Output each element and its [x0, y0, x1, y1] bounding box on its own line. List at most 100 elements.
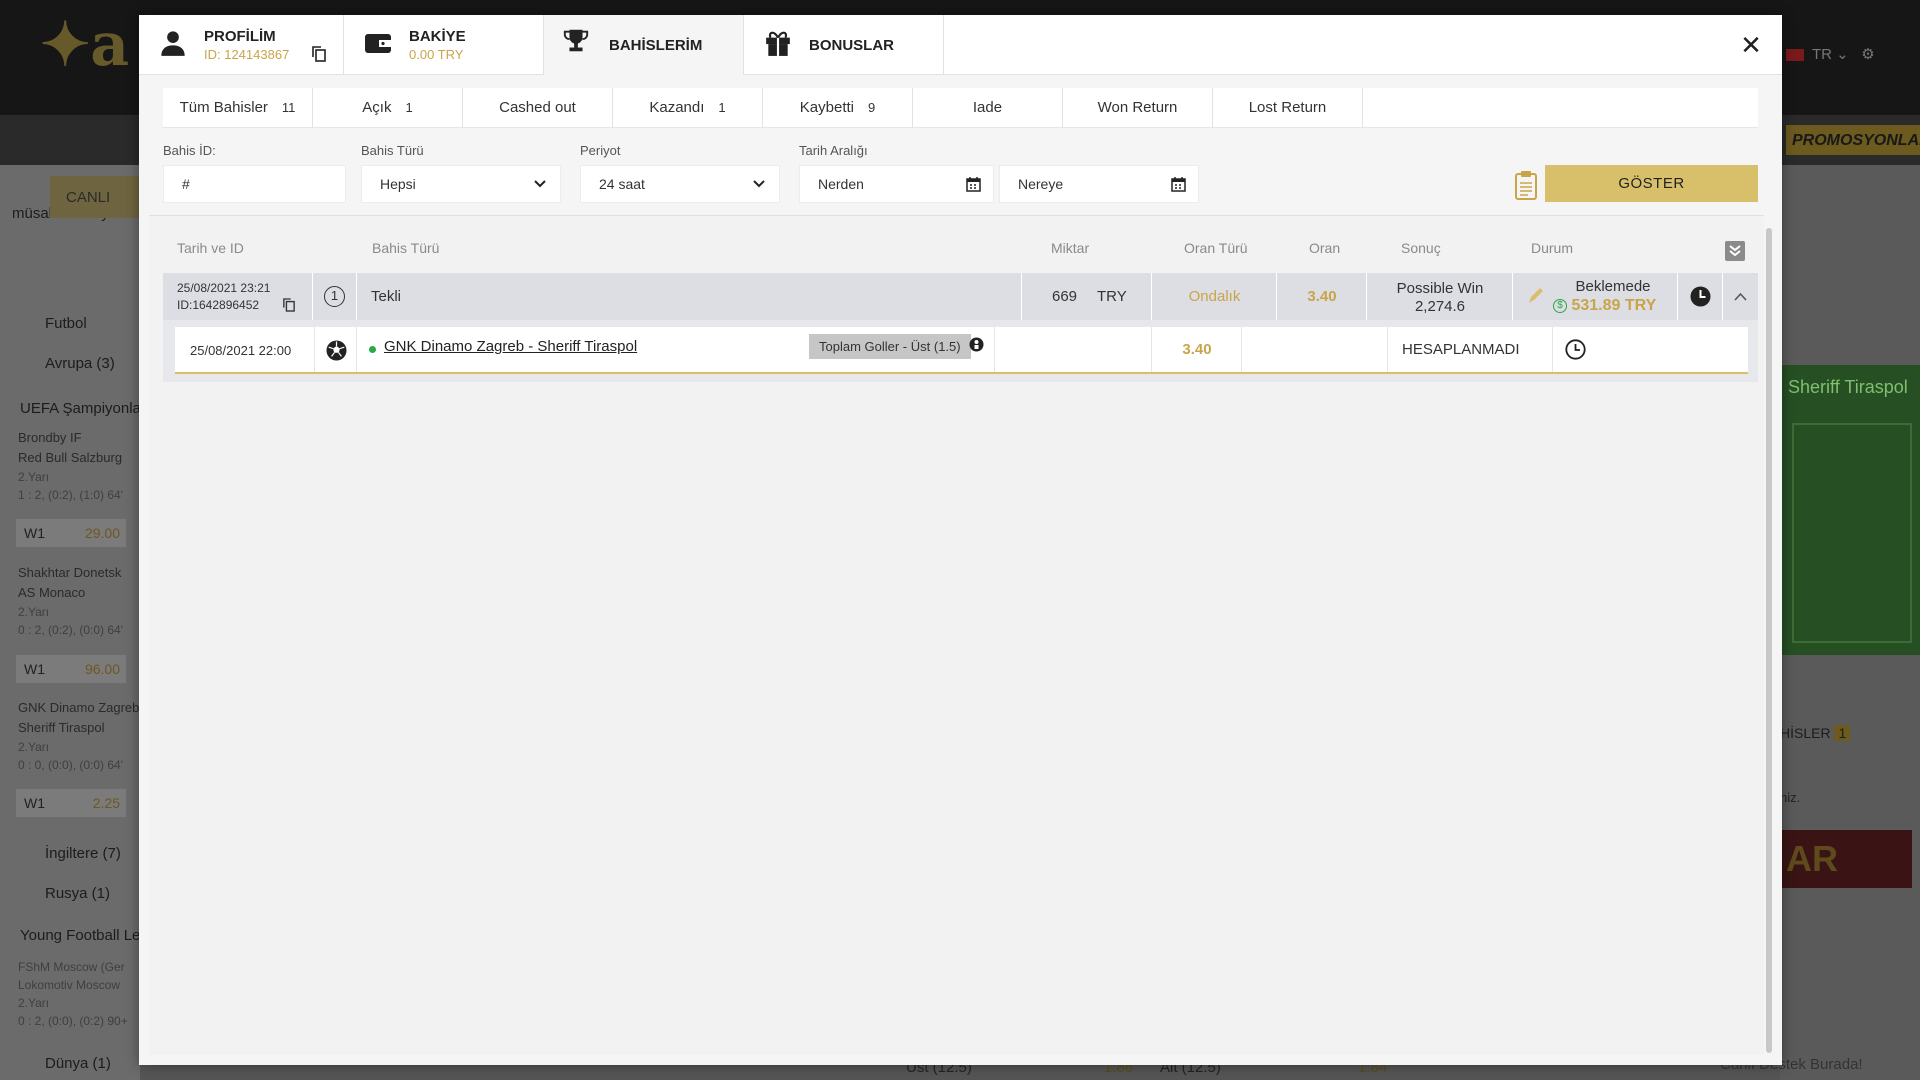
col-header-status: Durum — [1531, 240, 1574, 256]
match-sport-cell — [315, 327, 357, 372]
date-range-label: Tarih Aralığı — [799, 143, 868, 158]
filter-lost-return[interactable]: Lost Return — [1213, 88, 1363, 128]
region-world[interactable]: Dünya (1) — [0, 1055, 140, 1072]
promo-link[interactable]: PROMOSYONLAR — [1786, 125, 1920, 155]
match-score: 1 : 2, (0:2), (1:0) 64' — [18, 488, 124, 502]
tab-bonuses-title: BONUSLAR — [809, 37, 894, 54]
calendar-icon[interactable] — [966, 176, 981, 192]
date-to-value: Nereye — [1018, 176, 1064, 192]
tab-balance[interactable]: BAKİYE 0.00 TRY — [344, 15, 544, 75]
show-button[interactable]: GÖSTER — [1545, 165, 1758, 202]
chevron-down-icon — [534, 180, 546, 188]
odd-button[interactable]: W1 2.25 — [16, 789, 126, 817]
league-uefa[interactable]: UEFA Şampiyonla — [0, 400, 140, 417]
betslip-label: HİSLER — [1780, 725, 1831, 741]
filter-refund[interactable]: Iade — [913, 88, 1063, 128]
settings-icon[interactable]: ⚙ — [1861, 46, 1874, 63]
period-select[interactable]: 24 saat — [580, 165, 780, 203]
possible-win-value: 2,274.6 — [1414, 298, 1466, 315]
filter-label: Açık — [362, 99, 392, 116]
country-russia[interactable]: Rusya (1) — [0, 885, 140, 902]
sport-futbol[interactable]: Futbol — [0, 315, 140, 332]
filter-won-return[interactable]: Won Return — [1063, 88, 1213, 128]
match-status-cell: HESAPLANMADI — [1388, 327, 1553, 372]
balance-value: 0.00 TRY — [409, 47, 464, 62]
tab-bonuses[interactable]: BONUSLAR — [744, 15, 944, 75]
info-icon[interactable] — [969, 337, 984, 352]
odd-label: W1 — [24, 525, 45, 541]
double-chevron-down-icon — [1729, 245, 1741, 257]
copy-icon[interactable] — [312, 46, 326, 62]
bet-odds-type-cell: Ondalık — [1152, 273, 1277, 320]
region-avrupa[interactable]: Avrupa (3) — [0, 355, 140, 372]
cashout-value: 531.89 TRY — [1571, 297, 1657, 314]
match-period: 2.Yarı — [18, 470, 50, 484]
match-link[interactable]: GNK Dinamo Zagreb - Sheriff Tiraspol — [384, 338, 637, 355]
filter-all[interactable]: Tüm Bahisler 11 — [163, 88, 313, 128]
match-team2: Red Bull Salzburg — [18, 450, 123, 465]
filter-lost[interactable]: Kaybetti 9 — [763, 88, 913, 128]
bet-type-select[interactable]: Hepsi — [361, 165, 561, 203]
match-odds-cell: 3.40 — [1152, 327, 1242, 372]
left-sidebar: müsabaka veya ta Futbol Avrupa (3) UEFA … — [0, 165, 140, 1080]
country-england[interactable]: İngiltere (7) — [0, 845, 140, 862]
calendar-icon[interactable] — [1171, 176, 1186, 192]
col-header-odds: Oran — [1309, 240, 1341, 256]
match-team1: FShM Moscow (Ger — [18, 960, 125, 974]
match-date: 25/08/2021 22:00 — [190, 343, 292, 358]
bet-id-input[interactable]: # — [163, 165, 346, 203]
field-title: Sheriff Tiraspol — [1788, 377, 1908, 397]
bet-row[interactable]: 25/08/2021 23:21 ID:1642896452 1 Tekli 6… — [163, 273, 1758, 320]
bet-type-cell: Tekli — [357, 273, 1022, 320]
banner[interactable]: AR — [1782, 830, 1912, 888]
filter-won[interactable]: Kazandı 1 — [613, 88, 763, 128]
collapse-toggle[interactable] — [1723, 273, 1758, 320]
copy-icon[interactable] — [283, 298, 295, 312]
bet-odds-cell: 3.40 — [1277, 273, 1367, 320]
bet-filter-tabs: Tüm Bahisler 11 Açık 1 Cashed out Kazandı 1… — [163, 88, 1758, 128]
bet-odds: 3.40 — [1307, 288, 1337, 305]
pencil-icon[interactable] — [1527, 287, 1543, 305]
bet-result-cell: Possible Win 2,274.6 — [1367, 273, 1513, 320]
market-badge: Toplam Goller - Üst (1.5) — [809, 334, 971, 359]
site-logo: ✦a — [40, 10, 130, 80]
modal-tabs: PROFİLİM ID: 124143867 BAKİYE 0.00 TRY B… — [139, 15, 1782, 75]
tab-profile[interactable]: PROFİLİM ID: 124143867 — [139, 15, 344, 75]
bet-status: Beklemede — [1575, 278, 1651, 295]
match-info-cell — [957, 327, 995, 372]
tab-my-bets-title: BAHİSLERİM — [609, 37, 703, 54]
tab-my-bets[interactable]: BAHİSLERİM — [544, 15, 744, 75]
match-team2: Sheriff Tiraspol — [18, 720, 105, 735]
match-team1: Brondby IF — [18, 430, 82, 445]
league-young[interactable]: Young Football Le — [0, 927, 140, 944]
bet-odds-type: Ondalık — [1188, 288, 1241, 305]
filter-open[interactable]: Açık 1 — [313, 88, 463, 128]
col-header-odds-type: Oran Türü — [1184, 240, 1248, 256]
match-period: 2.Yarı — [18, 996, 50, 1010]
bet-id: ID:1642896452 — [177, 298, 260, 312]
expand-all-button[interactable] — [1725, 241, 1745, 261]
scrollbar[interactable] — [1766, 228, 1772, 1053]
close-icon[interactable]: ✕ — [1738, 32, 1764, 58]
odd-button[interactable]: W1 29.00 — [16, 519, 126, 547]
date-to-input[interactable]: Nereye — [999, 165, 1199, 203]
bet-id-label: Bahis İD: — [163, 143, 216, 158]
wallet-icon — [365, 34, 391, 53]
filter-cashed-out[interactable]: Cashed out — [463, 88, 613, 128]
language-selector[interactable]: TR ⌄ ⚙ — [1786, 45, 1875, 63]
odd-button[interactable]: W1 96.00 — [16, 655, 126, 683]
bet-type-label: Bahis Türü — [361, 143, 424, 158]
bet-date: 25/08/2021 23:21 — [177, 281, 271, 295]
language-label: TR — [1812, 46, 1832, 63]
live-dot-icon — [369, 346, 376, 353]
cashout-amount[interactable]: $ 531.89 TRY — [1553, 297, 1656, 315]
date-from-input[interactable]: Nerden — [799, 165, 994, 203]
pitch-graphic — [1792, 423, 1912, 643]
match-odds: 3.40 — [1182, 341, 1212, 358]
user-icon — [161, 31, 185, 56]
clipboard-icon[interactable] — [1514, 170, 1538, 200]
betslip-tab[interactable]: HİSLER 1 — [1780, 725, 1851, 741]
filter-label: Iade — [972, 99, 1003, 116]
gift-icon — [766, 31, 790, 56]
live-tab[interactable]: CANLI — [50, 176, 140, 218]
